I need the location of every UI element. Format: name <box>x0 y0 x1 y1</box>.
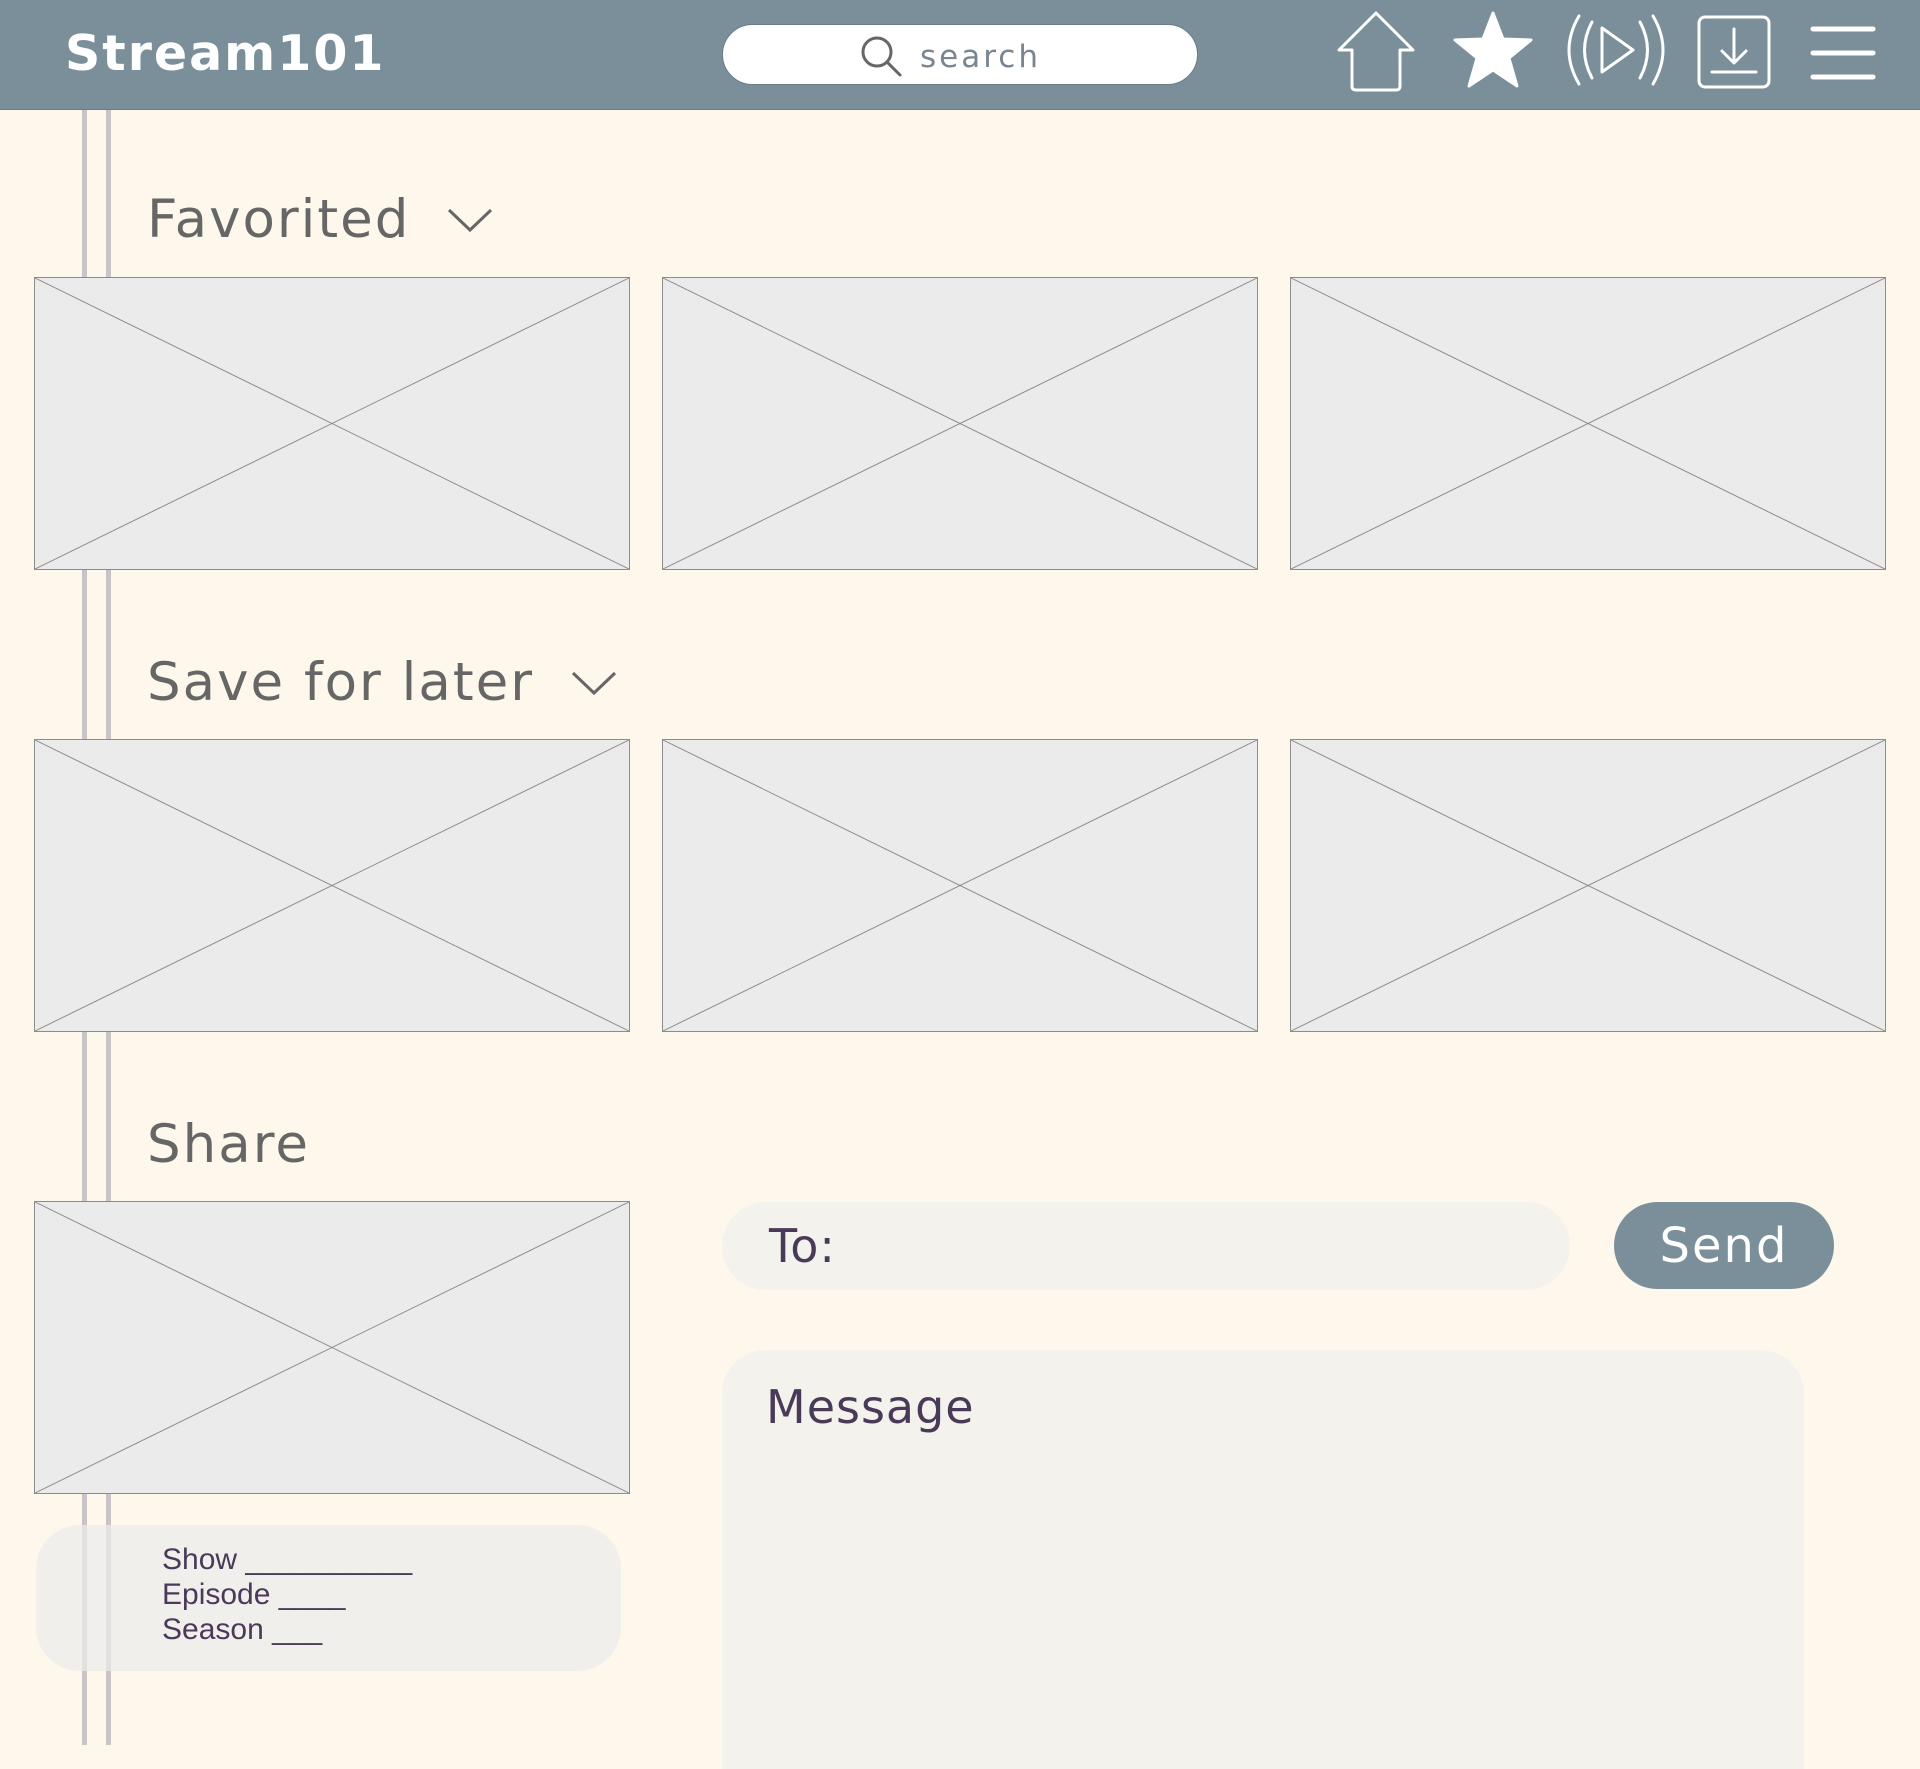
share-details-card: Show __________ Episode ____ Season ___ <box>36 1525 621 1671</box>
star-icon[interactable] <box>1452 10 1534 90</box>
recipient-field[interactable]: To: <box>722 1202 1570 1290</box>
chevron-down-icon[interactable] <box>570 669 618 697</box>
search-icon[interactable] <box>858 33 904 79</box>
section-share-title: Share <box>147 1112 310 1178</box>
recipient-input[interactable] <box>850 1215 1540 1277</box>
section-save-for-later-title: Save for later <box>147 652 535 713</box>
live-play-icon[interactable] <box>1563 10 1669 90</box>
save-for-later-thumbnail[interactable] <box>34 739 630 1032</box>
section-favorited-toggle[interactable]: Favorited <box>147 187 494 253</box>
season-field-label: Season ___ <box>162 1613 323 1646</box>
favorited-thumbnail[interactable] <box>34 277 630 570</box>
menu-icon[interactable] <box>1810 24 1876 82</box>
search-bar[interactable] <box>722 24 1198 85</box>
recipient-label: To: <box>769 1219 836 1273</box>
message-input[interactable] <box>764 1378 1768 1752</box>
image-placeholder-icon <box>35 740 629 1031</box>
show-field-label: Show __________ <box>162 1543 413 1576</box>
save-for-later-thumbnail[interactable] <box>1290 739 1886 1032</box>
search-input[interactable] <box>918 37 1172 77</box>
favorited-thumbnail[interactable] <box>662 277 1258 570</box>
save-for-later-thumbnail[interactable] <box>662 739 1258 1032</box>
send-button[interactable]: Send <box>1614 1202 1834 1289</box>
section-save-for-later-toggle[interactable]: Save for later <box>147 650 618 716</box>
chevron-down-icon[interactable] <box>446 206 494 234</box>
image-placeholder-icon <box>35 278 629 569</box>
image-placeholder-icon <box>1291 740 1885 1031</box>
app-logo[interactable]: Stream101 <box>65 24 386 84</box>
image-placeholder-icon <box>663 740 1257 1031</box>
home-icon[interactable] <box>1333 10 1419 92</box>
section-favorited-title: Favorited <box>147 189 411 250</box>
image-placeholder-icon <box>35 1202 629 1493</box>
message-field[interactable] <box>722 1350 1804 1769</box>
share-thumbnail[interactable] <box>34 1201 630 1494</box>
favorited-thumbnail[interactable] <box>1290 277 1886 570</box>
top-nav-bar: Stream101 <box>0 0 1920 110</box>
download-icon[interactable] <box>1697 15 1771 89</box>
episode-field-label: Episode ____ <box>162 1578 346 1611</box>
image-placeholder-icon <box>663 278 1257 569</box>
image-placeholder-icon <box>1291 278 1885 569</box>
section-share-label: Share <box>147 1114 310 1175</box>
